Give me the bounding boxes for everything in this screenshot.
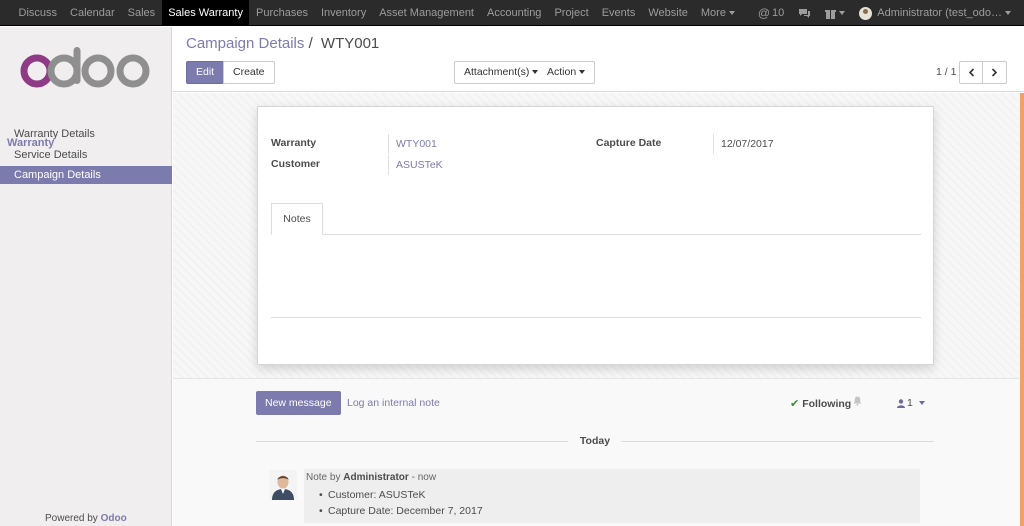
log-internal-note-link[interactable]: Log an internal note — [347, 397, 440, 409]
pager-previous-button[interactable] — [959, 61, 983, 84]
messages-counter[interactable]: @ 10 — [751, 0, 791, 26]
sidebar-item-warranty-details[interactable]: Warranty Details — [0, 125, 172, 143]
powered-by: Powered by Odoo — [45, 513, 127, 524]
chat-button[interactable] — [791, 8, 818, 19]
new-message-button[interactable]: New message — [256, 391, 341, 415]
pager-next-button[interactable] — [983, 61, 1007, 84]
menu-sales-warranty[interactable]: Sales Warranty — [161, 0, 250, 26]
breadcrumb-current: WTY001 — [320, 35, 380, 52]
sidebar-item-service-details[interactable]: Service Details — [0, 146, 172, 164]
menu-calendar[interactable]: Calendar — [64, 0, 122, 26]
following-button[interactable]: ✔ Following — [790, 397, 852, 411]
at-icon: @ — [757, 6, 771, 20]
app-menu: Discuss Calendar Sales Sales Warranty Pu… — [12, 0, 741, 26]
tab-divider — [271, 234, 921, 235]
breadcrumb-parent-link[interactable]: Campaign Details — [186, 35, 304, 52]
menu-inventory[interactable]: Inventory — [314, 0, 372, 26]
following-label: Following — [802, 397, 852, 410]
menu-sales[interactable]: Sales — [121, 0, 162, 26]
bell-icon[interactable] — [853, 396, 862, 409]
avatar[interactable] — [269, 470, 297, 500]
sidebar-item-campaign-details[interactable]: Campaign Details — [0, 166, 172, 184]
chevron-down-icon — [579, 70, 586, 75]
menu-asset-management[interactable]: Asset Management — [373, 0, 481, 26]
attachments-dropdown[interactable]: Attachment(s) — [454, 61, 549, 84]
user-name: Administrator (test_odo… — [877, 7, 1002, 19]
edit-button[interactable]: Edit — [186, 61, 225, 84]
menu-website[interactable]: Website — [642, 0, 695, 26]
create-button[interactable]: Create — [223, 61, 275, 84]
today-label: Today — [579, 435, 611, 447]
odoo-logo — [18, 47, 154, 91]
powered-by-prefix: Powered by — [45, 513, 98, 524]
notes-bottom-divider — [271, 317, 921, 318]
action-dropdown[interactable]: Action — [538, 61, 596, 84]
activities-button[interactable] — [818, 8, 852, 19]
chevron-down-icon — [728, 11, 735, 16]
message-tracking-line: Capture Date: December 7, 2017 — [319, 505, 483, 517]
control-panel: Campaign Details / WTY001 Edit Create At… — [173, 27, 1024, 92]
warranty-label: Warranty — [271, 137, 317, 149]
chevron-down-icon — [918, 401, 925, 405]
sidebar: Warranty Warranty Details Service Detail… — [0, 27, 172, 526]
menu-project[interactable]: Project — [548, 0, 595, 26]
user-menu[interactable]: Administrator (test_odo… — [852, 0, 1018, 26]
menu-accounting[interactable]: Accounting — [481, 0, 548, 26]
customer-field[interactable]: ASUSTeK — [388, 155, 443, 175]
form-sheet: Warranty WTY001 Customer ASUSTeK Capture… — [257, 106, 934, 365]
avatar — [859, 6, 873, 20]
message-header: Note by Administrator - now — [306, 472, 436, 483]
tab-notes[interactable]: Notes — [271, 203, 323, 235]
breadcrumb: Campaign Details / WTY001 — [186, 35, 379, 52]
check-icon: ✔ — [790, 398, 800, 410]
chevron-right-icon — [991, 68, 998, 77]
menu-events[interactable]: Events — [595, 0, 642, 26]
today-divider-left — [256, 441, 568, 442]
menu-more-label: More — [700, 7, 726, 19]
message-tracking-line: Customer: ASUSTeK — [319, 489, 425, 501]
gift-icon — [825, 9, 837, 19]
message-prefix: Note by — [306, 472, 341, 483]
powered-by-brand-link[interactable]: Odoo — [101, 513, 127, 524]
pager-value: 1 / 1 — [936, 66, 957, 78]
chat-icon — [799, 8, 811, 18]
capture-date-label: Capture Date — [596, 137, 662, 149]
menu-more[interactable]: More — [694, 0, 741, 26]
attachments-label: Attachment(s) — [464, 66, 530, 78]
message-author-link[interactable]: Administrator — [343, 472, 409, 483]
systray: @ 10 Administrator (test_odo… — [751, 0, 1018, 26]
today-divider-right — [621, 441, 934, 442]
warranty-field[interactable]: WTY001 — [388, 134, 437, 154]
top-navbar: Discuss Calendar Sales Sales Warranty Pu… — [0, 0, 1024, 26]
action-label: Action — [547, 66, 577, 78]
chevron-down-icon — [839, 11, 846, 15]
message-time: - now — [411, 472, 437, 483]
followers-count: 1 — [907, 397, 913, 409]
chevron-down-icon — [1005, 11, 1011, 15]
customer-label: Customer — [271, 158, 321, 170]
user-icon — [897, 398, 905, 408]
messages-count: 10 — [772, 7, 785, 19]
form-view: Warranty WTY001 Customer ASUSTeK Capture… — [173, 93, 1024, 526]
followers-dropdown[interactable]: 1 — [897, 397, 925, 409]
message-item: Note by Administrator - now Customer: AS… — [304, 469, 920, 523]
chevron-left-icon — [968, 68, 974, 77]
scroll-indicator — [1020, 93, 1024, 526]
capture-date-field[interactable]: 12/07/2017 — [713, 134, 774, 154]
menu-discuss[interactable]: Discuss — [12, 0, 64, 26]
breadcrumb-separator: / — [308, 35, 313, 52]
menu-purchases[interactable]: Purchases — [249, 0, 314, 26]
